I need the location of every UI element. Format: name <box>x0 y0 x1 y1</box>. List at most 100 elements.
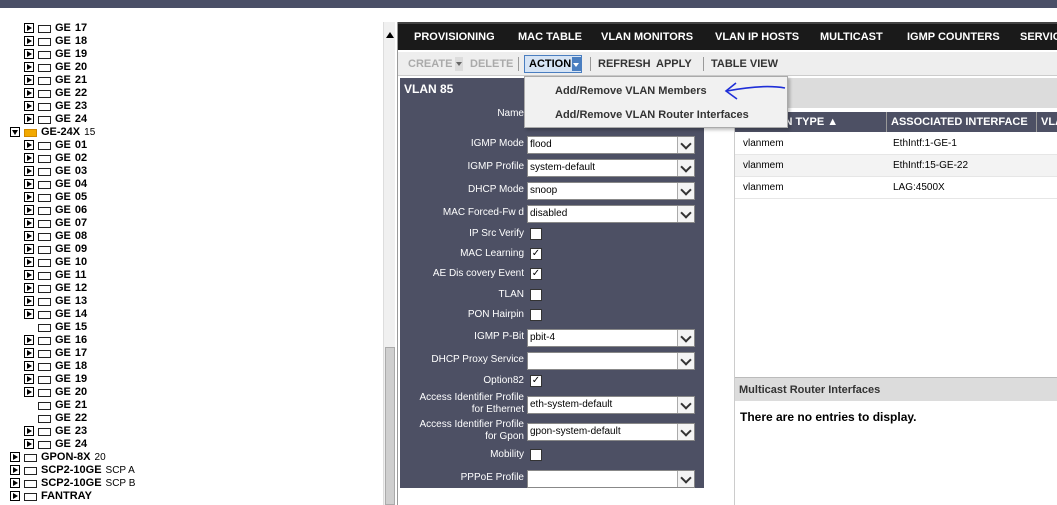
delete-button[interactable]: DELETE <box>470 52 513 76</box>
column-vlan[interactable]: VLA <box>1037 112 1057 132</box>
expand-icon[interactable] <box>24 361 34 371</box>
tab-multicast[interactable]: MULTICAST <box>820 24 883 50</box>
tree-item[interactable]: GE 19 <box>0 48 383 61</box>
create-dropdown-icon[interactable] <box>455 57 463 71</box>
expand-icon[interactable] <box>24 62 34 72</box>
expand-icon[interactable] <box>24 205 34 215</box>
tree-item[interactable]: GE 15 <box>0 321 383 334</box>
expand-icon[interactable] <box>24 257 34 267</box>
chevron-down-icon[interactable] <box>677 160 694 176</box>
expand-icon[interactable] <box>24 244 34 254</box>
expand-icon[interactable] <box>24 309 34 319</box>
tree-item[interactable]: GE 18 <box>0 35 383 48</box>
tree-item[interactable]: GE 11 <box>0 269 383 282</box>
tree-item[interactable]: GE 19 <box>0 373 383 386</box>
tree-item[interactable]: SCP2-10GE SCP B <box>0 477 383 490</box>
chevron-down-icon[interactable] <box>677 330 694 346</box>
scroll-thumb[interactable] <box>385 347 395 505</box>
expand-icon[interactable] <box>10 465 20 475</box>
menu-item-add-remove-vlan-router-interfaces[interactable]: Add/Remove VLAN Router Interfaces <box>525 103 787 127</box>
field-select[interactable]: flood <box>527 136 695 154</box>
column-associated-interface[interactable]: ASSOCIATED INTERFACE <box>887 112 1037 132</box>
tab-vlan-monitors[interactable]: VLAN MONITORS <box>601 24 693 50</box>
action-dropdown-icon[interactable] <box>572 57 581 71</box>
field-select[interactable]: system-default <box>527 159 695 177</box>
tree-item[interactable]: GE 22 <box>0 87 383 100</box>
expand-icon[interactable] <box>24 101 34 111</box>
expand-icon[interactable] <box>10 491 20 501</box>
expand-icon[interactable] <box>24 114 34 124</box>
field-select[interactable]: pbit-4 <box>527 329 695 347</box>
expand-icon[interactable] <box>24 75 34 85</box>
tree-item[interactable]: GE 05 <box>0 191 383 204</box>
field-checkbox[interactable] <box>530 289 542 301</box>
field-select[interactable]: snoop <box>527 182 695 200</box>
tree-item[interactable]: GE 09 <box>0 243 383 256</box>
expand-icon[interactable] <box>24 374 34 384</box>
tree-item[interactable]: GE 18 <box>0 360 383 373</box>
chevron-down-icon[interactable] <box>677 471 694 487</box>
expand-icon[interactable] <box>24 283 34 293</box>
field-checkbox[interactable]: ✓ <box>530 248 542 260</box>
expand-icon[interactable] <box>24 166 34 176</box>
field-select[interactable] <box>527 352 695 370</box>
field-checkbox[interactable] <box>530 309 542 321</box>
tree-item[interactable]: GE 20 <box>0 61 383 74</box>
expand-icon[interactable] <box>24 426 34 436</box>
tree-item[interactable]: GE 14 <box>0 308 383 321</box>
tab-services[interactable]: SERVIC <box>1020 24 1057 50</box>
tree-item[interactable]: GE 17 <box>0 22 383 35</box>
expand-icon[interactable] <box>24 88 34 98</box>
expand-icon[interactable] <box>10 452 20 462</box>
chevron-down-icon[interactable] <box>677 424 694 440</box>
tab-mac-table[interactable]: MAC TABLE <box>518 24 582 50</box>
table-row[interactable]: vlanmem EthIntf:15-GE-22 <box>735 155 1057 177</box>
tree-item[interactable]: GE 24 <box>0 113 383 126</box>
tree-item[interactable]: GPON-8X 20 <box>0 451 383 464</box>
chevron-down-icon[interactable] <box>677 137 694 153</box>
tree-item[interactable]: GE 20 <box>0 386 383 399</box>
tree-item[interactable]: SCP2-10GE SCP A <box>0 464 383 477</box>
expand-icon[interactable] <box>24 179 34 189</box>
apply-button[interactable]: APPLY <box>656 52 692 76</box>
refresh-button[interactable]: REFRESH <box>598 52 651 76</box>
collapse-icon[interactable] <box>10 127 20 137</box>
tree-item[interactable]: GE 17 <box>0 347 383 360</box>
field-checkbox[interactable]: ✓ <box>530 375 542 387</box>
tree-item[interactable]: GE 21 <box>0 399 383 412</box>
expand-icon[interactable] <box>24 23 34 33</box>
tree-item[interactable]: FANTRAY <box>0 490 383 503</box>
tree-item[interactable]: GE 23 <box>0 425 383 438</box>
expand-icon[interactable] <box>10 478 20 488</box>
tree-item[interactable]: GE 22 <box>0 412 383 425</box>
tree-item[interactable]: GE 01 <box>0 139 383 152</box>
tab-vlan-ip-hosts[interactable]: VLAN IP HOSTS <box>715 24 799 50</box>
expand-icon[interactable] <box>24 192 34 202</box>
tab-igmp-counters[interactable]: IGMP COUNTERS <box>907 24 1000 50</box>
tree-item[interactable]: GE 06 <box>0 204 383 217</box>
action-button[interactable]: ACTION <box>524 55 582 73</box>
expand-icon[interactable] <box>24 218 34 228</box>
expand-icon[interactable] <box>24 153 34 163</box>
tree-item[interactable]: GE 08 <box>0 230 383 243</box>
table-row[interactable]: vlanmem LAG:4500X <box>735 177 1057 199</box>
tree-item[interactable]: GE 02 <box>0 152 383 165</box>
create-button[interactable]: CREATE <box>408 52 452 76</box>
chevron-down-icon[interactable] <box>677 206 694 222</box>
expand-icon[interactable] <box>24 49 34 59</box>
expand-icon[interactable] <box>24 439 34 449</box>
tree-item[interactable]: GE 21 <box>0 74 383 87</box>
expand-icon[interactable] <box>24 387 34 397</box>
tree-item[interactable]: GE 24 <box>0 438 383 451</box>
tree-item[interactable]: GE 03 <box>0 165 383 178</box>
scroll-up-arrow-icon[interactable] <box>386 32 394 38</box>
chevron-down-icon[interactable] <box>677 353 694 369</box>
tree-item[interactable]: GE 16 <box>0 334 383 347</box>
tree-item[interactable]: GE-24X 15 <box>0 126 383 139</box>
chevron-down-icon[interactable] <box>677 183 694 199</box>
table-view-button[interactable]: TABLE VIEW <box>711 52 778 76</box>
chevron-down-icon[interactable] <box>677 397 694 413</box>
tree-item[interactable]: GE 04 <box>0 178 383 191</box>
field-select[interactable]: gpon-system-default <box>527 423 695 441</box>
tree-item[interactable]: GE 07 <box>0 217 383 230</box>
